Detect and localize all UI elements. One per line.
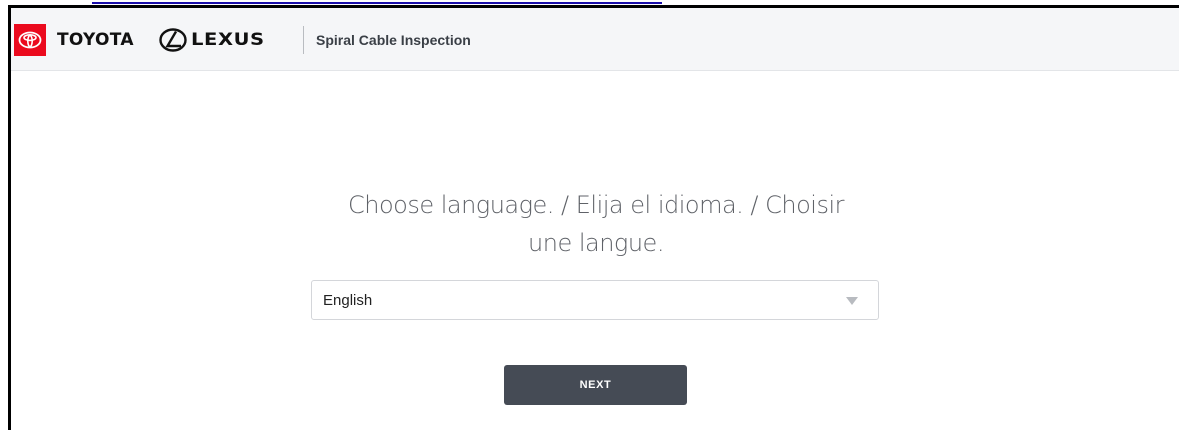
app-title: Spiral Cable Inspection — [316, 32, 471, 48]
lexus-emblem-icon — [159, 28, 187, 52]
toyota-emblem-svg — [18, 31, 42, 49]
lexus-emblem-svg — [159, 28, 187, 52]
lexus-wordmark: LEXUS — [191, 30, 265, 50]
toyota-wordmark: TOYOTA — [57, 30, 134, 50]
next-button[interactable]: NEXT — [504, 365, 687, 405]
language-prompt: Choose language. / Elija el idioma. / Ch… — [311, 186, 881, 262]
chevron-down-icon — [846, 297, 858, 305]
app-frame: TOYOTA LEXUS Spiral Cable Inspection Cho… — [8, 5, 1179, 430]
language-select[interactable]: English — [311, 280, 879, 320]
language-select-value: English — [323, 292, 373, 309]
header-divider — [303, 26, 304, 54]
top-link-strip[interactable] — [92, 0, 662, 4]
top-link[interactable] — [92, 0, 662, 4]
toyota-emblem-icon — [14, 24, 46, 56]
language-prompt-line-2: une langue. — [528, 229, 664, 257]
language-prompt-line-1: Choose language. / Elija el idioma. / Ch… — [347, 191, 845, 219]
app-header: TOYOTA LEXUS Spiral Cable Inspection — [11, 8, 1179, 71]
page-root: TOYOTA LEXUS Spiral Cable Inspection Cho… — [0, 0, 1179, 430]
